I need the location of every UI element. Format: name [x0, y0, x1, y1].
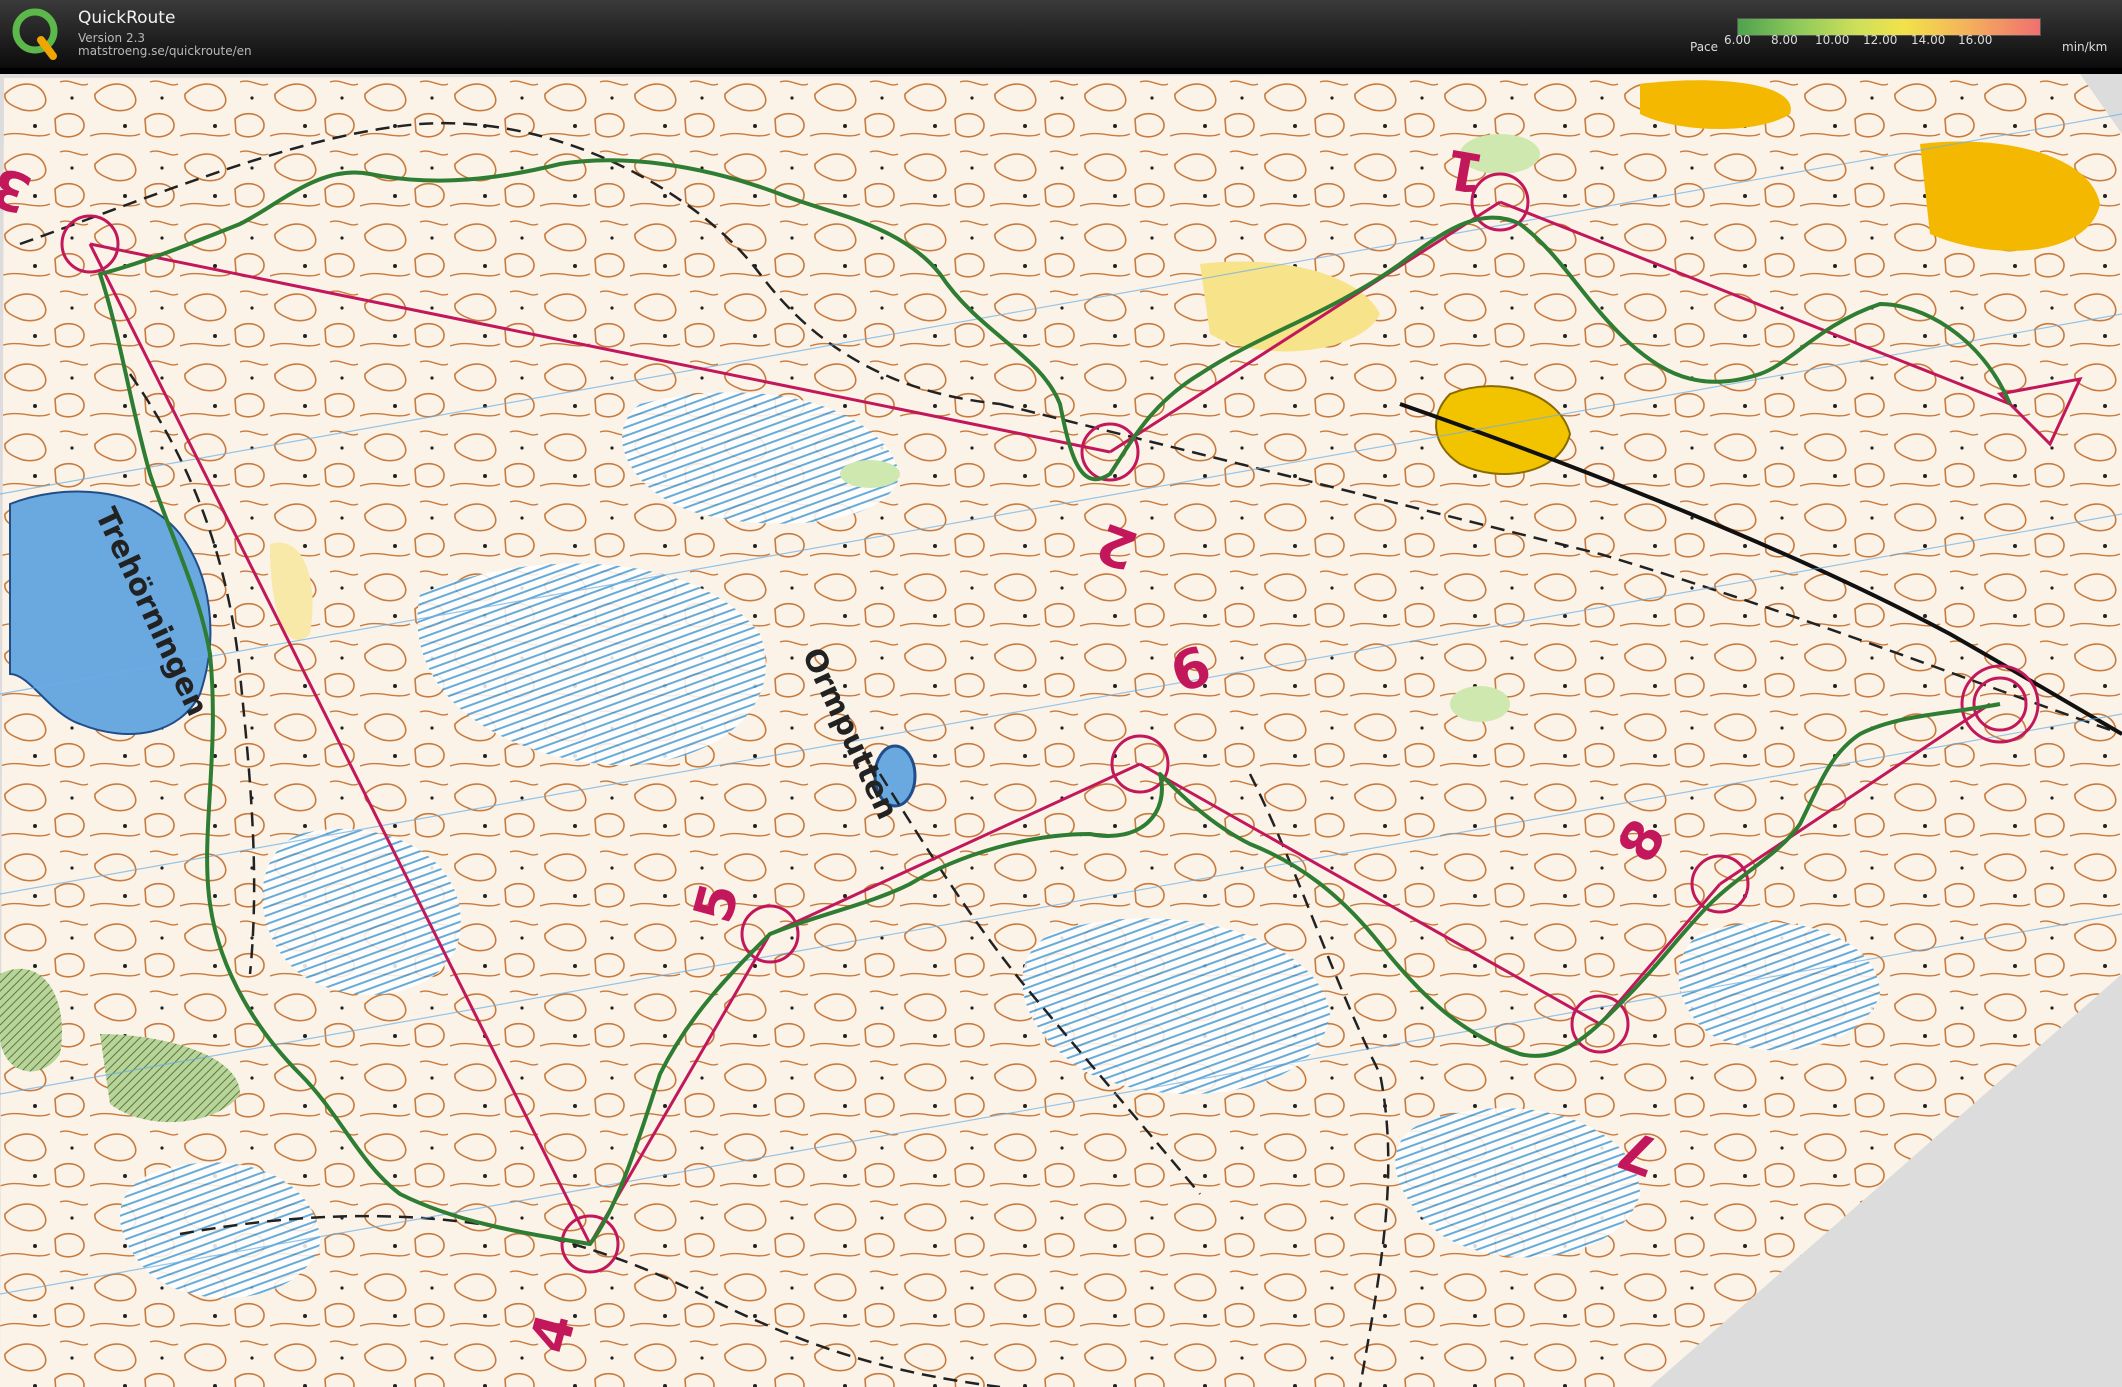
- pace-tick: 6.00: [1724, 33, 1751, 47]
- app-header: QuickRoute Version 2.3 matstroeng.se/qui…: [0, 0, 2122, 68]
- app-version: Version 2.3: [78, 31, 146, 45]
- pace-tick: 8.00: [1771, 33, 1798, 47]
- pace-tick: 12.00: [1863, 33, 1898, 47]
- quickroute-logo: [12, 8, 58, 60]
- pace-tick: 16.00: [1958, 33, 1993, 47]
- pace-tick: 14.00: [1911, 33, 1946, 47]
- pace-unit: min/km: [2062, 40, 2108, 54]
- map-viewport[interactable]: 1 2 3 4 5 6 7 8 Trehörningen Ormputten: [0, 74, 2122, 1387]
- map-paper: [0, 74, 2122, 1387]
- pace-label: Pace: [1690, 40, 1719, 54]
- app-url: matstroeng.se/quickroute/en: [78, 44, 252, 58]
- orienteering-map[interactable]: 1 2 3 4 5 6 7 8 Trehörningen Ormputten: [0, 74, 2122, 1387]
- pace-tick: 10.00: [1815, 33, 1850, 47]
- app-title: QuickRoute: [78, 8, 176, 28]
